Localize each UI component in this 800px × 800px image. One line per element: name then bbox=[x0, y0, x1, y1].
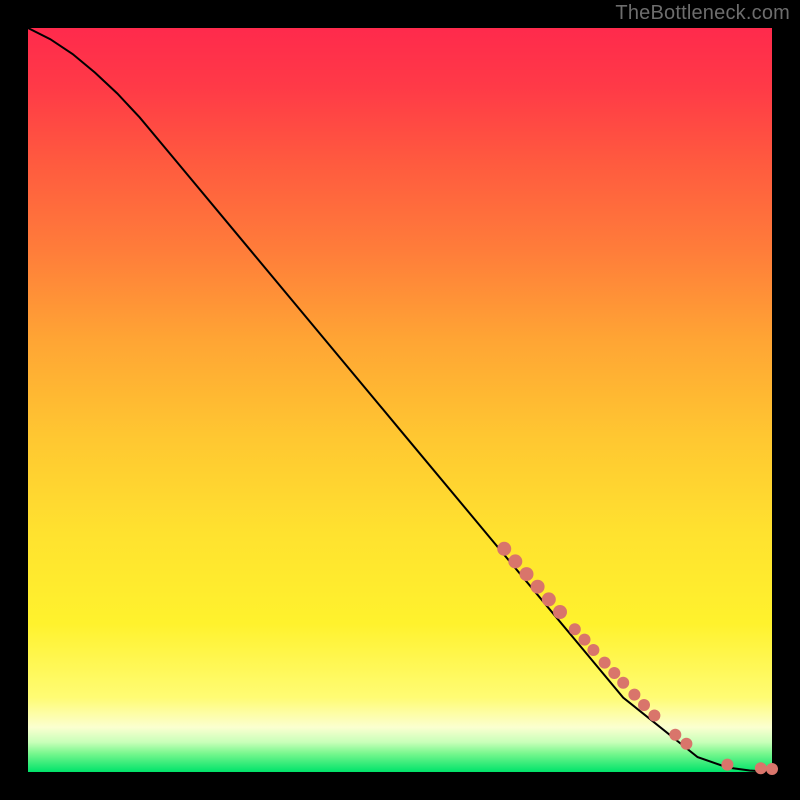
data-point bbox=[608, 667, 620, 679]
data-point bbox=[542, 592, 556, 606]
data-point bbox=[569, 623, 581, 635]
data-points bbox=[497, 542, 778, 775]
data-point bbox=[755, 762, 767, 774]
data-point bbox=[721, 759, 733, 771]
data-point bbox=[638, 699, 650, 711]
data-point bbox=[579, 634, 591, 646]
plot-area bbox=[28, 28, 772, 772]
data-point bbox=[628, 689, 640, 701]
data-point bbox=[648, 710, 660, 722]
data-point bbox=[617, 677, 629, 689]
data-point bbox=[520, 567, 534, 581]
data-point bbox=[508, 554, 522, 568]
data-point bbox=[553, 605, 567, 619]
data-point bbox=[680, 738, 692, 750]
chart-overlay bbox=[28, 28, 772, 772]
data-point bbox=[531, 580, 545, 594]
data-point bbox=[599, 657, 611, 669]
data-point bbox=[766, 763, 778, 775]
data-point bbox=[497, 542, 511, 556]
data-point bbox=[587, 644, 599, 656]
watermark-text: TheBottleneck.com bbox=[615, 2, 790, 25]
chart-frame: TheBottleneck.com bbox=[0, 0, 800, 800]
data-point bbox=[669, 729, 681, 741]
bottleneck-curve bbox=[28, 28, 772, 772]
